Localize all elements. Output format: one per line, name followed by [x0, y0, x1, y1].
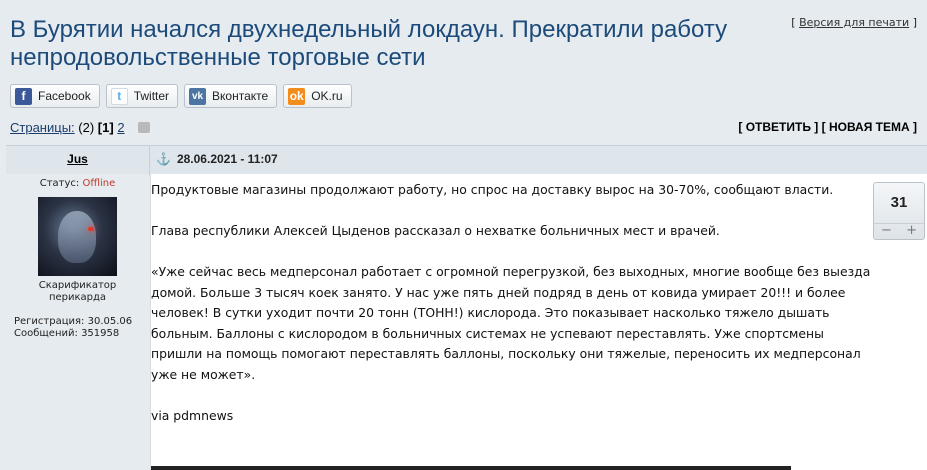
- post-paragraph: Глава республики Алексей Цыденов рассказ…: [151, 223, 720, 238]
- post-paragraph: via pdmnews: [151, 407, 234, 423]
- twitter-share-button[interactable]: t Twitter: [105, 84, 179, 108]
- rating-minus-button[interactable]: −: [881, 224, 892, 238]
- pages-dropdown-icon[interactable]: [138, 122, 151, 134]
- post-rating: 31 − +: [873, 182, 925, 240]
- avatar-eye: [88, 227, 94, 231]
- vk-share-button[interactable]: vk Вконтакте: [184, 84, 278, 108]
- vk-icon: vk: [189, 87, 207, 105]
- bracket-open: [: [791, 16, 800, 29]
- status-value: Offline: [82, 178, 116, 189]
- facebook-label: Facebook: [38, 89, 91, 103]
- anchor-icon[interactable]: ⚓: [156, 152, 171, 166]
- bracket-close: ]: [909, 16, 917, 29]
- post-body: Продуктовые магазины продолжают работу, …: [150, 174, 927, 470]
- bracket-close: ]: [909, 120, 917, 134]
- header-divider: [149, 146, 150, 174]
- author-stats: Регистрация: 30.05.06 Сообщений: 351958: [6, 316, 149, 340]
- vk-label: Вконтакте: [212, 89, 269, 103]
- rank-line-2: перикарда: [48, 292, 107, 303]
- twitter-icon: t: [110, 87, 128, 105]
- author-link[interactable]: Jus: [67, 152, 88, 166]
- status-label: Статус:: [39, 178, 80, 189]
- author-rank: Скарификатор перикарда: [6, 280, 149, 304]
- reg-value: 30.05.06: [87, 316, 133, 327]
- post-paragraph: «Уже сейчас весь медперсонал работает с …: [151, 264, 871, 382]
- facebook-icon: f: [15, 87, 32, 105]
- rating-plus-button[interactable]: +: [906, 224, 917, 238]
- ok-icon: ok: [288, 87, 306, 105]
- author-status: Статус: Offline: [6, 178, 149, 189]
- post-text: Продуктовые магазины продолжают работу, …: [151, 180, 871, 447]
- topic-actions: [ ОТВЕТИТЬ ] [ НОВАЯ ТЕМА ]: [738, 120, 917, 134]
- msgs-value: 351958: [81, 328, 120, 339]
- pages-link[interactable]: Страницы:: [10, 120, 75, 135]
- rank-line-1: Скарификатор: [38, 280, 117, 291]
- ok-share-button[interactable]: ok OK.ru: [283, 84, 352, 108]
- share-bar: f Facebook t Twitter vk Вконтакте ok OK.…: [10, 84, 352, 108]
- page-2-link[interactable]: 2: [117, 120, 124, 135]
- rating-value: 31: [890, 194, 908, 211]
- bracket-open: [: [738, 120, 746, 134]
- new-topic-button[interactable]: НОВАЯ ТЕМА: [829, 120, 910, 134]
- twitter-label: Twitter: [133, 89, 170, 103]
- avatar[interactable]: [38, 197, 117, 276]
- topic-title: В Бурятии начался двухнедельный локдаун.…: [10, 16, 728, 71]
- post-bottom-bar: [151, 466, 791, 470]
- pages-count: (2): [78, 120, 95, 135]
- avatar-face: [58, 211, 96, 263]
- print-version-link-wrap: [ Версия для печати ]: [791, 16, 917, 29]
- rating-controls: − +: [874, 223, 924, 238]
- msgs-label: Сообщений:: [14, 328, 78, 339]
- post-date: ⚓ 28.06.2021 - 11:07: [156, 146, 278, 172]
- post-date-text: 28.06.2021 - 11:07: [176, 152, 278, 166]
- author-sidebar: Статус: Offline Скарификатор перикарда Р…: [6, 174, 149, 470]
- current-page: 1: [102, 120, 110, 135]
- reply-button[interactable]: ОТВЕТИТЬ: [746, 120, 811, 134]
- post-paragraph: Продуктовые магазины продолжают работу, …: [151, 182, 834, 197]
- facebook-share-button[interactable]: f Facebook: [10, 84, 100, 108]
- post-header: Jus ⚓ 28.06.2021 - 11:07: [6, 145, 927, 175]
- print-version-link[interactable]: Версия для печати: [799, 16, 909, 29]
- reg-label: Регистрация:: [14, 316, 85, 327]
- pagination: Страницы: (2) [1] 2: [10, 120, 151, 135]
- bracket-sep: ] [: [810, 120, 829, 134]
- ok-label: OK.ru: [311, 89, 343, 103]
- author-name-cell: Jus: [6, 146, 149, 172]
